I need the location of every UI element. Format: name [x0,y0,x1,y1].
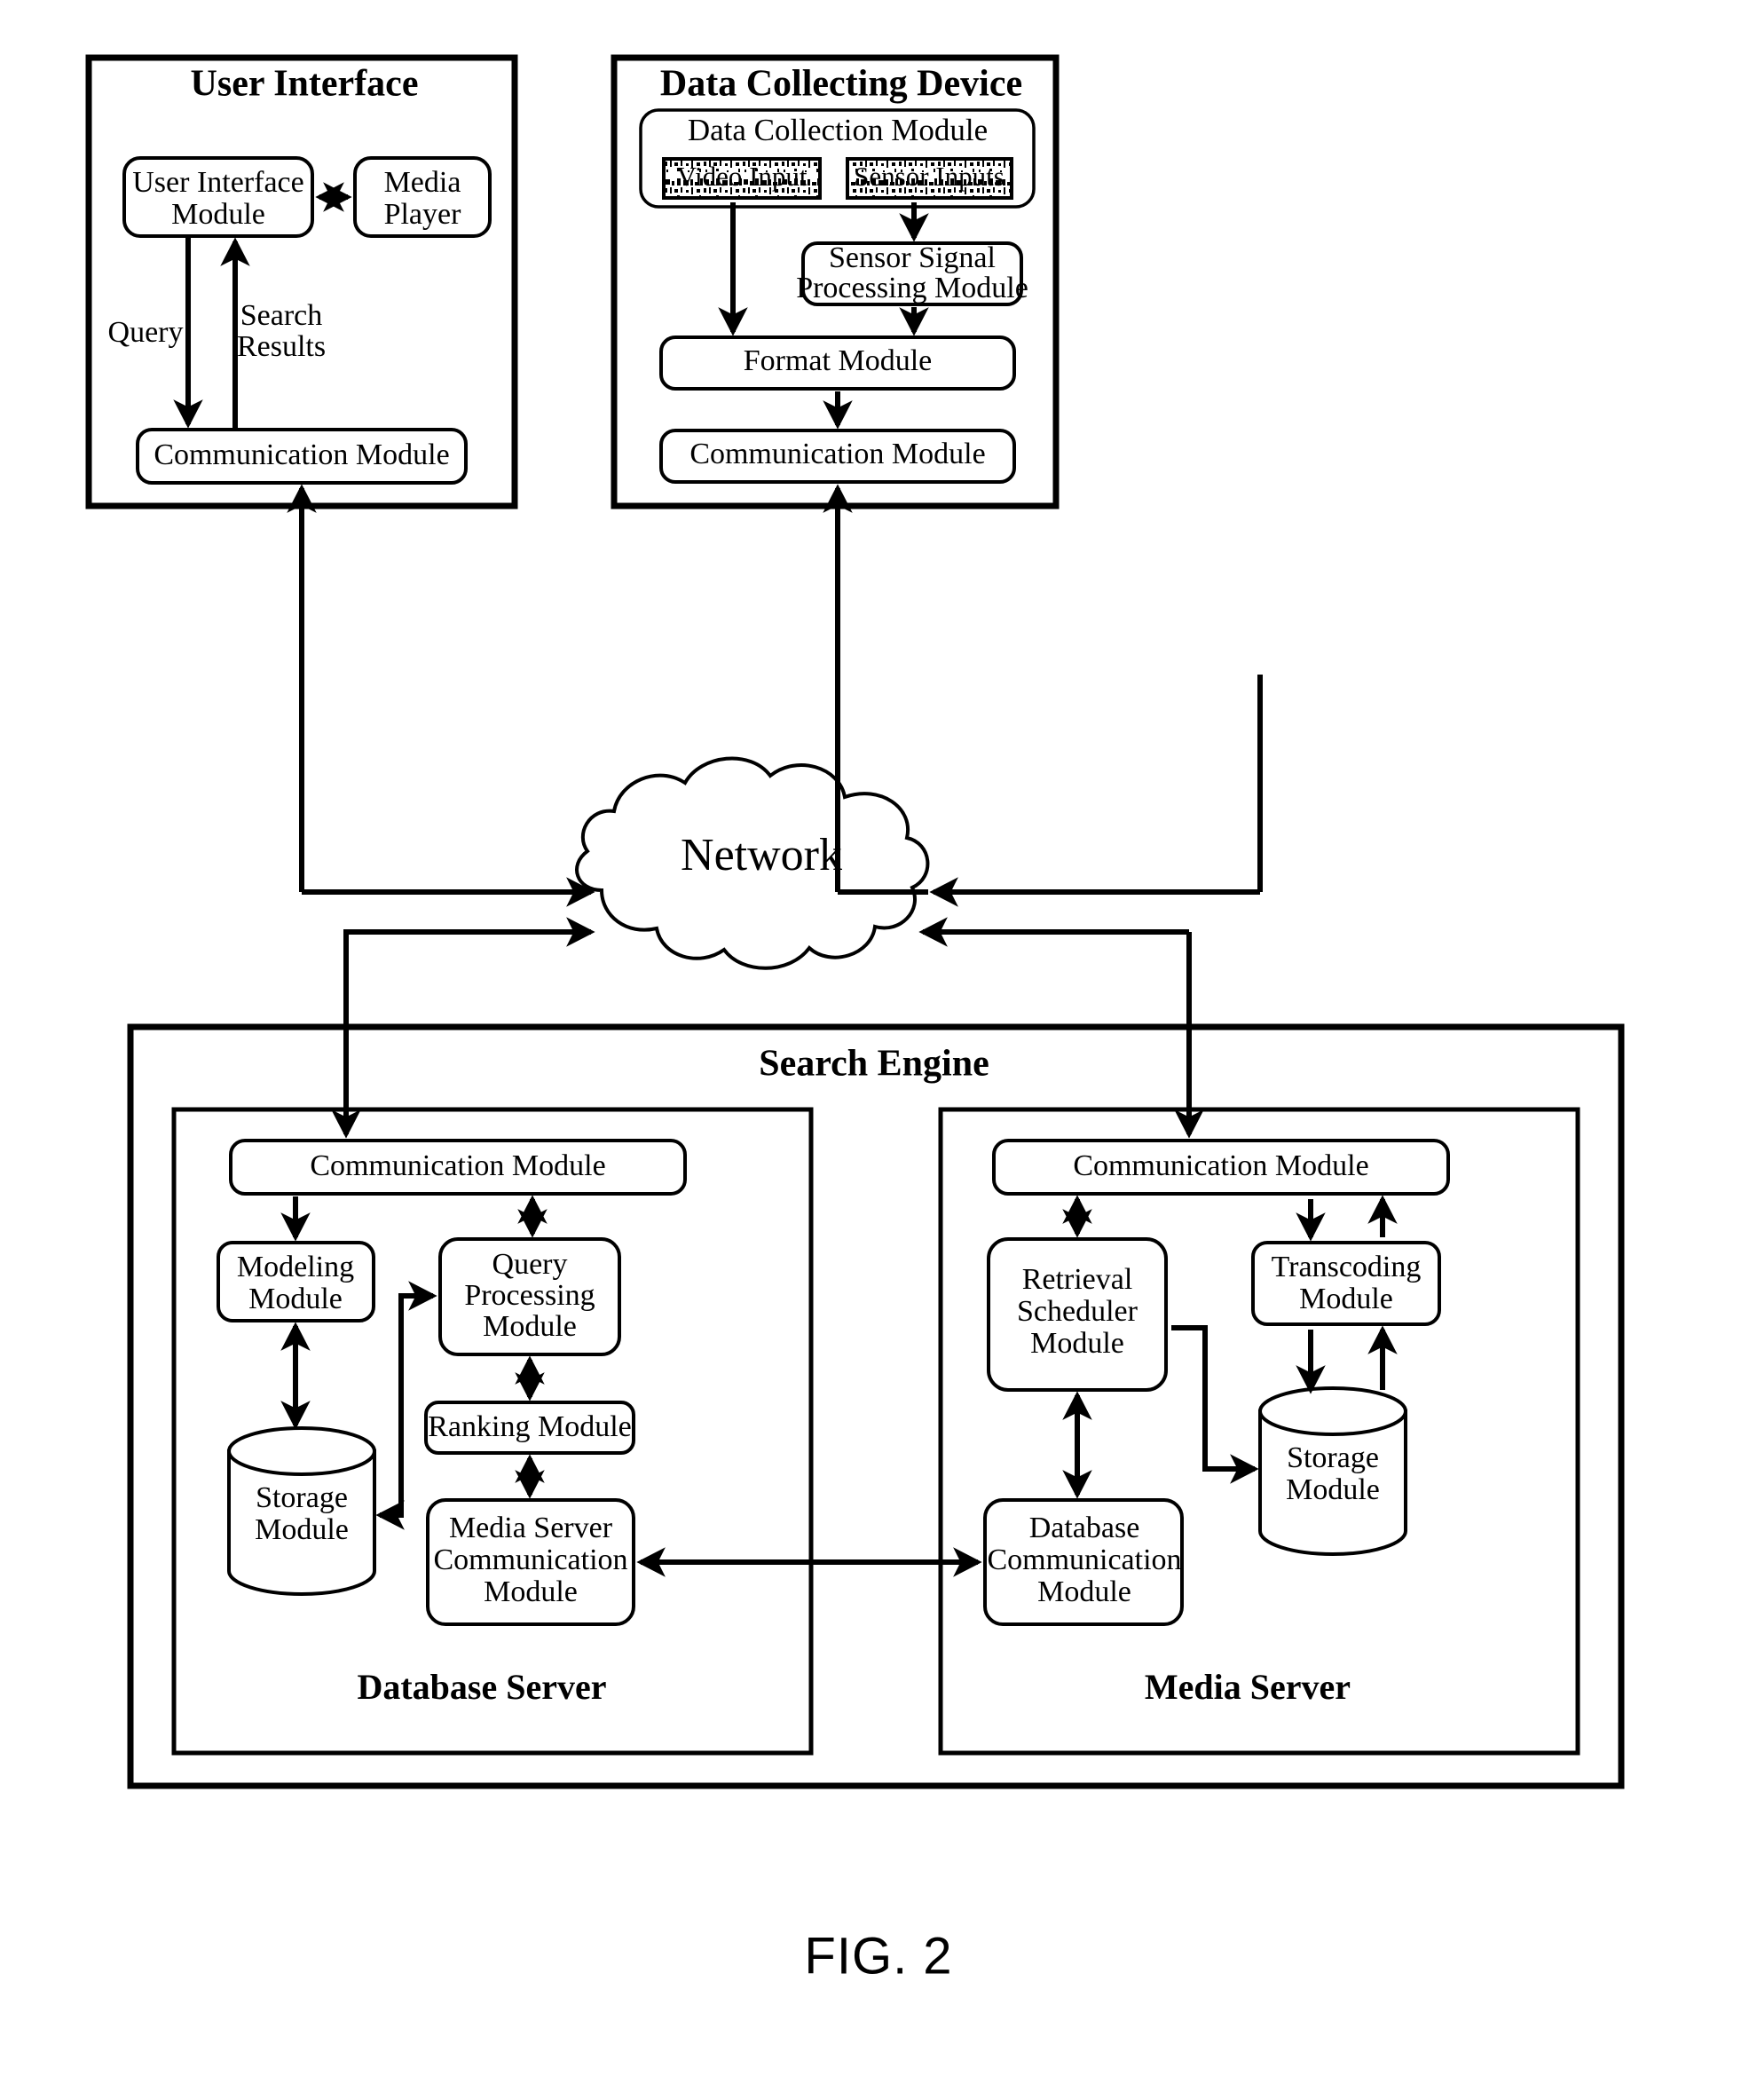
retrieval-scheduler-module-box[interactable]: Retrieval Scheduler Module [987,1237,1168,1392]
ms-storage-cylinder-top [1258,1386,1407,1436]
query-label: Query [108,316,184,349]
db-communication-module-box[interactable]: Communication Module [229,1139,687,1196]
media-player-box[interactable]: Media Player [353,156,492,238]
panel-search-engine: Search Engine Database Server Communicat… [127,1023,1625,1789]
panel-media-server: Media Server Communication Module Retrie… [938,1107,1580,1756]
db-storage-cylinder-top [227,1426,376,1476]
db-communication-module-label: Communication Module [310,1149,605,1182]
system-architecture-diagram: User Interface User Interface Module Med… [85,54,1625,1985]
panel-user-interface: User Interface User Interface Module Med… [85,54,518,509]
ms-storage-module-label-line2: Module [1286,1473,1380,1506]
media-player-label-line2: Player [384,198,462,231]
ms-communication-module-box[interactable]: Communication Module [992,1139,1450,1196]
sensor-signal-processing-module-box[interactable]: Sensor Signal Processing Module [796,241,1028,306]
ms-communication-module-label: Communication Module [1073,1149,1368,1182]
network-cloud: Network [575,756,930,970]
sensor-inputs-box[interactable]: Sensor Inputs [846,157,1013,200]
data-collection-module-group: Data Collection Module Video Input Senso… [639,108,1036,209]
db-storage-module-cylinder[interactable]: Storage Module [227,1426,376,1596]
ranking-module-label: Ranking Module [428,1410,631,1443]
media-server-communication-label-line2: Communication [433,1543,627,1576]
data-collection-module-label: Data Collection Module [688,113,988,147]
media-server-communication-label-line3: Module [484,1575,578,1608]
database-communication-label-line3: Module [1037,1575,1131,1608]
user-interface-module-box[interactable]: User Interface Module [122,156,314,238]
dcd-communication-module-box[interactable]: Communication Module [659,429,1016,484]
user-interface-module-label-line1: User Interface [132,166,303,199]
data-collecting-device-title: Data Collecting Device [660,64,1022,105]
db-storage-module-label-line2: Module [255,1513,349,1546]
sensor-signal-processing-label-line2: Processing Module [796,272,1028,304]
panel-data-collecting-device: Data Collecting Device Data Collection M… [611,54,1060,509]
ranking-module-box[interactable]: Ranking Module [424,1401,635,1455]
media-server-communication-label-line1: Media Server [449,1512,613,1544]
video-input-box[interactable]: Video Input [662,157,822,200]
panel-database-server: Database Server Communication Module Mod… [171,1107,814,1756]
video-input-label: Video Input [676,161,807,192]
modeling-module-label-line2: Module [248,1283,343,1315]
retrieval-scheduler-label-line2: Scheduler [1017,1295,1139,1328]
format-module-label: Format Module [744,344,932,377]
query-processing-module-label-line2: Processing [464,1279,595,1312]
ms-storage-module-cylinder[interactable]: Storage Module [1258,1386,1407,1556]
query-processing-module-label-line3: Module [483,1310,577,1343]
ui-communication-module-label: Communication Module [154,438,449,471]
media-server-communication-module-box[interactable]: Media Server Communication Module [426,1498,635,1626]
database-server-title: Database Server [357,1667,606,1707]
db-storage-module-label-line1: Storage [256,1481,348,1514]
ms-storage-module-label-line1: Storage [1287,1441,1379,1474]
query-processing-module-box[interactable]: Query Processing Module [438,1237,621,1356]
search-results-label-line2: Results [237,330,326,363]
ui-communication-module-box[interactable]: Communication Module [136,428,468,485]
modeling-module-box[interactable]: Modeling Module [217,1241,375,1322]
format-module-box[interactable]: Format Module [659,336,1016,391]
dcd-communication-module-label: Communication Module [689,438,985,470]
database-communication-label-line2: Communication [987,1543,1181,1576]
database-server-to-network-arrow [343,917,595,1109]
transcoding-module-box[interactable]: Transcoding Module [1251,1241,1441,1326]
retrieval-scheduler-label-line1: Retrieval [1022,1263,1133,1296]
storage-query-processing-elbow-connector [375,1281,437,1530]
media-player-label-line1: Media [384,166,461,199]
database-communication-label-line1: Database [1029,1512,1140,1544]
transcoding-module-label-line1: Transcoding [1272,1251,1422,1283]
network-label: Network [681,830,842,880]
figure-caption: FIG. 2 [804,1927,952,1985]
search-engine-title: Search Engine [759,1044,989,1085]
sensor-signal-processing-label-line1: Sensor Signal [829,241,996,274]
modeling-module-label-line1: Modeling [237,1251,354,1283]
search-results-label-line1: Search [240,299,323,332]
sensor-inputs-label: Sensor Inputs [854,161,1005,192]
user-interface-title: User Interface [191,64,419,105]
transcoding-module-label-line2: Module [1299,1283,1393,1315]
retrieval-scheduler-label-line3: Module [1030,1327,1124,1360]
query-processing-module-label-line1: Query [492,1248,568,1281]
database-communication-module-box[interactable]: Database Communication Module [983,1498,1184,1626]
retrieval-scheduler-to-ms-storage-elbow [1171,1325,1259,1484]
media-server-title: Media Server [1145,1667,1351,1707]
patent-figure: User Interface User Interface Module Med… [0,0,1757,2100]
user-interface-module-label-line2: Module [171,198,265,231]
